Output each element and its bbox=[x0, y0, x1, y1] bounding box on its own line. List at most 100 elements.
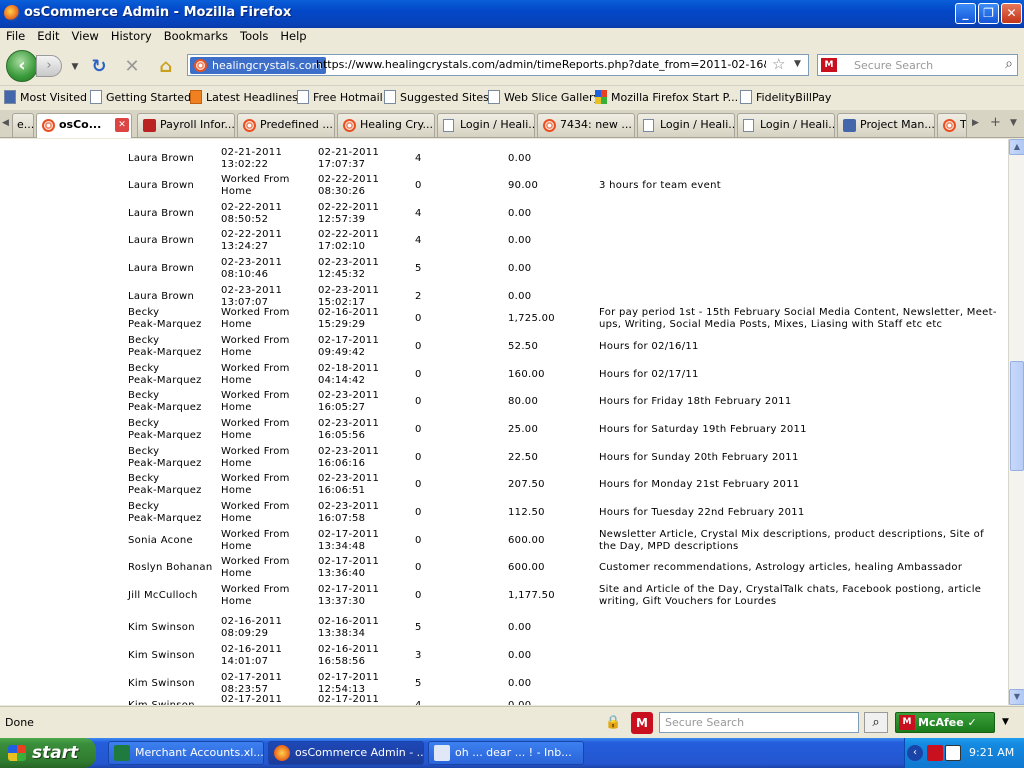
end-time: 02-16-2011 16:58:56 bbox=[318, 644, 380, 667]
start-time: 02-17-2011 08:23:57 bbox=[221, 672, 283, 695]
bookmark-star-icon[interactable]: ☆ bbox=[772, 55, 785, 73]
type-code: 0 bbox=[415, 424, 422, 435]
window-title: osCommerce Admin - Mozilla Firefox bbox=[24, 5, 292, 20]
menu-file[interactable]: File bbox=[0, 28, 31, 44]
site-favicon-icon bbox=[194, 59, 207, 72]
search-magnifier-icon[interactable]: ⌕ bbox=[1005, 56, 1013, 72]
tab-login-1[interactable]: Login / Heali... bbox=[437, 113, 535, 137]
tab-login-2[interactable]: Login / Heali... bbox=[637, 113, 735, 137]
reload-icon[interactable]: ↻ bbox=[88, 56, 110, 78]
scroll-down-icon[interactable]: ▼ bbox=[1009, 689, 1024, 705]
menu-tools[interactable]: Tools bbox=[234, 28, 274, 44]
url-text[interactable]: https://www.healingcrystals.com/admin/ti… bbox=[316, 58, 766, 71]
tab-favicon-icon bbox=[343, 119, 356, 132]
type-code: 5 bbox=[415, 263, 422, 274]
back-button[interactable]: ‹ bbox=[6, 50, 38, 82]
scroll-up-icon[interactable]: ▲ bbox=[1009, 139, 1024, 155]
search-box[interactable]: M Secure Search ⌕ bbox=[817, 54, 1018, 76]
bookmark-web-slice-gallery[interactable]: Web Slice Gallery bbox=[488, 90, 600, 104]
mcafee-dropdown-icon[interactable]: ▼ bbox=[1002, 717, 1009, 727]
history-dropdown-icon[interactable]: ▼ bbox=[64, 56, 86, 78]
end-time: 02-17-2011 13:34:48 bbox=[318, 529, 380, 552]
home-icon[interactable]: ⌂ bbox=[155, 56, 177, 78]
minimize-button[interactable]: _ bbox=[955, 3, 976, 24]
tab-project-man[interactable]: Project Man... bbox=[837, 113, 935, 137]
start-time: Worked From Home bbox=[221, 501, 290, 524]
new-tab-icon[interactable]: + bbox=[990, 115, 1001, 130]
close-button[interactable]: ✕ bbox=[1001, 3, 1022, 24]
menu-history[interactable]: History bbox=[105, 28, 158, 44]
tab-list-icon[interactable]: ▼ bbox=[1010, 118, 1017, 128]
menu-view[interactable]: View bbox=[66, 28, 105, 44]
tab-0[interactable]: e... bbox=[12, 113, 34, 137]
start-time: 02-23-2011 08:10:46 bbox=[221, 257, 283, 280]
bookmark-suggested-sites[interactable]: Suggested Sites bbox=[384, 90, 489, 104]
mcafee-search-icon[interactable]: M bbox=[821, 58, 837, 72]
taskbar-firefox[interactable]: osCommerce Admin - ... bbox=[268, 741, 424, 765]
menu-edit[interactable]: Edit bbox=[31, 28, 65, 44]
forward-button[interactable]: › bbox=[36, 55, 62, 77]
start-time: Worked From Home bbox=[221, 390, 290, 413]
employee-name: Laura Brown bbox=[128, 235, 195, 246]
tab-oscommerce-active[interactable]: osCo... ✕ bbox=[36, 113, 132, 138]
bookmark-fidelitybillpay[interactable]: FidelityBillPay bbox=[740, 90, 831, 104]
address-bar[interactable]: healingcrystals.com https://www.healingc… bbox=[187, 54, 809, 76]
window-title-bar[interactable]: osCommerce Admin - Mozilla Firefox _ ❐ ✕ bbox=[0, 0, 1024, 28]
vertical-scrollbar[interactable]: ▲ ▼ bbox=[1008, 139, 1024, 705]
taskbar-inbox[interactable]: oh ... dear ... ! - Inb... bbox=[428, 741, 584, 765]
end-time: 02-23-2011 15:02:17 bbox=[318, 285, 380, 308]
tab-scroll-right-icon[interactable]: ▶ bbox=[972, 118, 979, 128]
scroll-thumb[interactable] bbox=[1010, 361, 1024, 471]
google-icon bbox=[595, 90, 607, 104]
menu-help[interactable]: Help bbox=[274, 28, 312, 44]
tab-predefined[interactable]: Predefined ... bbox=[237, 113, 335, 137]
lock-icon[interactable]: 🔒 bbox=[605, 715, 621, 731]
menu-bar: File Edit View History Bookmarks Tools Help bbox=[0, 28, 1024, 46]
url-dropdown-icon[interactable]: ▼ bbox=[794, 59, 801, 69]
start-time: Worked From Home bbox=[221, 363, 290, 386]
tab-close-icon[interactable]: ✕ bbox=[115, 118, 129, 132]
start-time: Worked From Home bbox=[221, 556, 290, 579]
rss-icon bbox=[190, 90, 202, 104]
tray-expand-icon[interactable]: ‹ bbox=[907, 745, 923, 761]
comment: Hours for Sunday 20th February 2011 bbox=[599, 452, 799, 463]
bookmark-firefox-start[interactable]: Mozilla Firefox Start P... bbox=[595, 90, 738, 104]
bookmark-getting-started[interactable]: Getting Started bbox=[90, 90, 191, 104]
tab-favicon-icon bbox=[843, 119, 856, 132]
menu-bookmarks[interactable]: Bookmarks bbox=[158, 28, 234, 44]
type-code: 4 bbox=[415, 700, 422, 705]
employee-name: Laura Brown bbox=[128, 180, 195, 191]
status-search-input[interactable]: Secure Search bbox=[659, 712, 859, 733]
tab-scroll-left-icon[interactable]: ◀ bbox=[2, 118, 9, 128]
site-identity-button[interactable]: healingcrystals.com bbox=[190, 57, 327, 74]
comment: Hours for Friday 18th February 2011 bbox=[599, 396, 792, 407]
mail-icon bbox=[434, 745, 450, 761]
tab-login-3[interactable]: Login / Heali... bbox=[737, 113, 835, 137]
mcafee-button[interactable]: M McAfee ✓ bbox=[895, 712, 995, 733]
tab-page-icon bbox=[743, 119, 754, 132]
employee-name: Becky Peak-Marquez bbox=[128, 335, 202, 358]
tray-v-icon[interactable] bbox=[945, 745, 961, 761]
maximize-button[interactable]: ❐ bbox=[978, 3, 999, 24]
stop-icon[interactable]: ✕ bbox=[121, 56, 143, 78]
bookmark-free-hotmail[interactable]: Free Hotmail bbox=[297, 90, 383, 104]
tray-mcafee-icon[interactable] bbox=[927, 745, 943, 761]
employee-name: Laura Brown bbox=[128, 263, 195, 274]
type-code: 0 bbox=[415, 180, 422, 191]
end-time: 02-16-2011 15:29:29 bbox=[318, 307, 380, 330]
employee-name: Kim Swinson bbox=[128, 700, 195, 705]
tab-healing-crystals[interactable]: Healing Cry... bbox=[337, 113, 435, 137]
tab-10[interactable]: T bbox=[937, 113, 967, 137]
mcafee-shield-icon[interactable]: M bbox=[631, 712, 653, 734]
bookmark-latest-headlines[interactable]: Latest Headlines bbox=[190, 90, 298, 104]
start-time: Worked From Home bbox=[221, 446, 290, 469]
taskbar-excel[interactable]: Merchant Accounts.xl... bbox=[108, 741, 264, 765]
bookmark-most-visited[interactable]: Most Visited bbox=[4, 90, 87, 104]
status-search-icon[interactable]: ⌕ bbox=[864, 712, 888, 733]
type-code: 0 bbox=[415, 535, 422, 546]
end-time: 02-17-2011 09:49:42 bbox=[318, 335, 380, 358]
start-button[interactable]: start bbox=[0, 738, 96, 768]
employee-name: Becky Peak-Marquez bbox=[128, 363, 202, 386]
tab-payroll[interactable]: Payroll Infor... bbox=[137, 113, 235, 137]
tab-7434[interactable]: 7434: new ... bbox=[537, 113, 635, 137]
